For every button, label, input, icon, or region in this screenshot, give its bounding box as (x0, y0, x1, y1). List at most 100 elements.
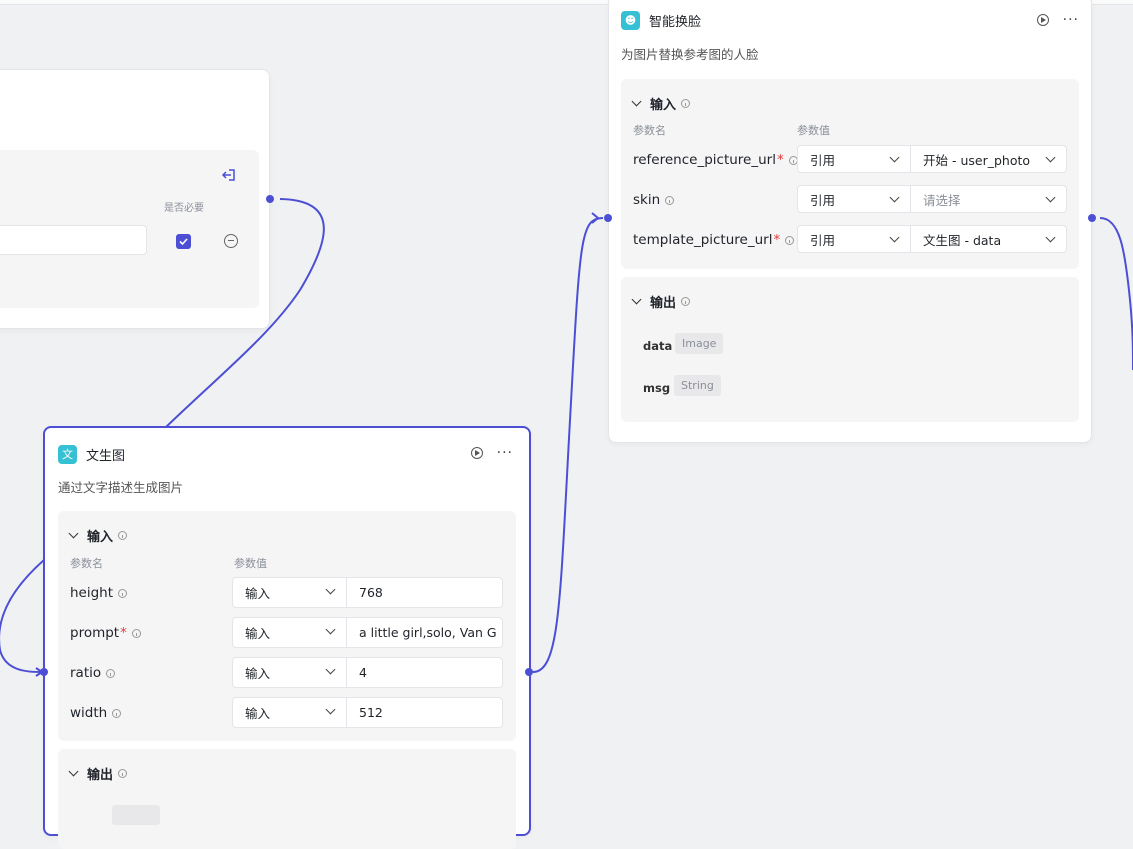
face-swap-input-toggle[interactable]: 输入 (631, 94, 691, 113)
param-name: ratio (70, 665, 102, 681)
required-column-label: 是否必要 (164, 203, 204, 214)
chevron-down-icon (325, 664, 336, 675)
param-value-column: 参数值 (234, 557, 267, 570)
height-value-input[interactable]: 768 (347, 577, 503, 608)
chevron-down-icon (325, 704, 336, 715)
output-type-string: String (674, 375, 721, 396)
info-icon[interactable] (118, 769, 128, 778)
chevron-down-icon (631, 294, 642, 305)
required-mark: * (776, 152, 784, 168)
mode-label: 输入 (245, 666, 271, 681)
text2img-icon: 文 (58, 444, 77, 464)
output-name-data: data (643, 339, 673, 353)
face-swap-header: ☻ 智能换脸 (621, 9, 701, 31)
chevron-down-icon (325, 624, 336, 635)
remove-circle-icon[interactable] (224, 234, 238, 248)
output-type-image: Image (675, 333, 724, 354)
param-name: prompt (70, 625, 120, 641)
required-mark: * (773, 232, 781, 248)
text2img-node[interactable]: 文 文生图 ··· 通过文字描述生成图片 输入 参数名 参数值 height 输… (43, 426, 531, 849)
edge-faceswap-output (1099, 217, 1133, 371)
prompt-value-input[interactable]: a little girl,solo, Van G (347, 617, 503, 648)
face-swap-output-port[interactable] (1088, 214, 1096, 222)
chevron-down-icon (889, 192, 900, 203)
width-value-input[interactable]: 512 (347, 697, 503, 728)
mode-label: 输入 (245, 626, 271, 641)
face-swap-actions: ··· (1036, 13, 1079, 27)
text2img-header: 文 文生图 (58, 443, 125, 465)
param-name: width (70, 705, 108, 721)
chevron-down-icon (889, 232, 900, 243)
mode-label: 输入 (245, 706, 271, 721)
face-swap-input-port[interactable] (604, 214, 612, 222)
prompt-mode-select[interactable]: 输入 (232, 617, 347, 648)
info-icon[interactable] (665, 195, 675, 205)
value-label: 文生图 - data (923, 232, 1002, 248)
edge-start-to-text2img-input (0, 559, 45, 673)
face-swap-output-toggle[interactable]: 输出 (631, 292, 691, 311)
param-value-column: 参数值 (797, 124, 830, 137)
checkbox-icon[interactable] (176, 234, 191, 249)
chevron-down-icon (1045, 152, 1056, 163)
param-skin: skin (633, 192, 675, 208)
start-param-input[interactable] (0, 225, 147, 255)
mode-label: 引用 (810, 232, 836, 248)
param-reference-picture-url: reference_picture_url * (633, 152, 798, 168)
info-icon[interactable] (681, 99, 691, 108)
text2img-description: 通过文字描述生成图片 (58, 480, 184, 495)
text2img-input-port[interactable] (40, 668, 48, 676)
reference-mode-select[interactable]: 引用 (797, 145, 911, 173)
start-node[interactable]: 是否必要 (0, 69, 270, 329)
template-mode-select[interactable]: 引用 (797, 225, 911, 253)
exit-icon[interactable] (221, 166, 235, 181)
param-name: skin (633, 192, 661, 208)
text2img-input-panel: 输入 参数名 参数值 height 输入 768 prompt * 输入 a li… (58, 511, 516, 741)
face-swap-output-panel: 输出 data Image msg String (621, 277, 1079, 422)
info-icon[interactable] (785, 235, 795, 245)
text2img-output-port[interactable] (525, 668, 533, 676)
text2img-actions: ··· (470, 446, 513, 460)
start-node-input-panel: 是否必要 (0, 150, 259, 308)
more-icon[interactable]: ··· (1063, 13, 1079, 27)
face-swap-input-panel: 输入 参数名 参数值 reference_picture_url * 引用 开始 … (621, 79, 1079, 269)
face-swap-icon: ☻ (621, 10, 640, 30)
info-icon[interactable] (112, 708, 122, 718)
height-mode-select[interactable]: 输入 (232, 577, 347, 608)
param-name-column: 参数名 (633, 124, 666, 137)
output-type-tag (112, 805, 160, 825)
reference-value-select[interactable]: 开始 - user_photo (911, 145, 1067, 173)
param-width: width (70, 705, 122, 721)
param-height: height (70, 585, 128, 601)
mode-label: 输入 (245, 586, 271, 601)
run-icon[interactable] (470, 447, 483, 459)
input-section-title: 输入 (87, 530, 114, 545)
text2img-output-toggle[interactable]: 输出 (68, 764, 128, 783)
start-node-output-port[interactable] (266, 195, 274, 203)
template-value-select[interactable]: 文生图 - data (911, 225, 1067, 253)
chevron-down-icon (1045, 192, 1056, 203)
param-name: reference_picture_url (633, 152, 776, 168)
output-section-title: 输出 (87, 768, 114, 783)
skin-mode-select[interactable]: 引用 (797, 185, 911, 213)
info-icon[interactable] (681, 297, 691, 306)
output-name-msg: msg (643, 381, 671, 395)
info-icon[interactable] (118, 588, 128, 598)
text2img-input-toggle[interactable]: 输入 (68, 526, 128, 545)
info-icon[interactable] (118, 531, 128, 540)
info-icon[interactable] (131, 628, 141, 638)
ratio-mode-select[interactable]: 输入 (232, 657, 347, 688)
info-icon[interactable] (106, 668, 116, 678)
mode-label: 引用 (810, 152, 836, 168)
chevron-down-icon (68, 528, 79, 539)
ratio-value-input[interactable]: 4 (347, 657, 503, 688)
chevron-down-icon (68, 766, 79, 777)
face-swap-node[interactable]: ☻ 智能换脸 ··· 为图片替换参考图的人脸 输入 参数名 参数值 refere… (608, 0, 1092, 443)
width-mode-select[interactable]: 输入 (232, 697, 347, 728)
run-icon[interactable] (1036, 14, 1049, 26)
skin-value-select[interactable]: 请选择 (911, 185, 1067, 213)
param-name: height (70, 585, 114, 601)
arrow-faceswap-input (591, 212, 600, 224)
value-placeholder: 请选择 (923, 192, 961, 208)
face-swap-description: 为图片替换参考图的人脸 (621, 47, 759, 62)
more-icon[interactable]: ··· (497, 446, 513, 460)
